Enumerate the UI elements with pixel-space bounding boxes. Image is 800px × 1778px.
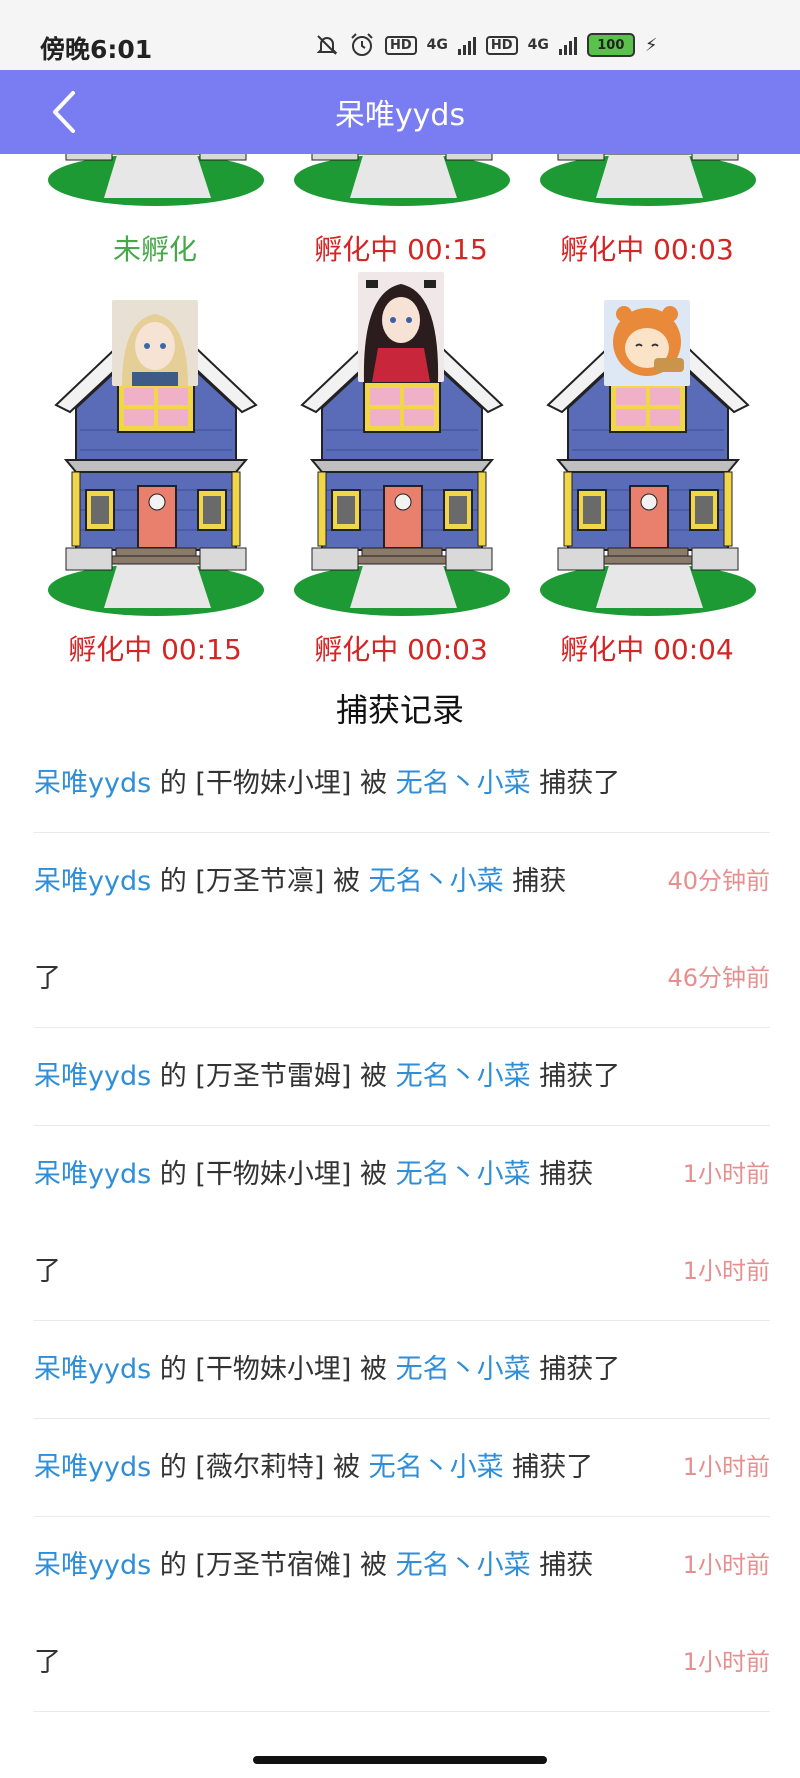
record-row: 呆唯yyds 的 [万圣节凛] 被 无名丶小菜 捕获 40分钟前 了 46分钟前 bbox=[34, 833, 770, 1028]
house-4-status: 孵化中 00:15 bbox=[68, 633, 242, 666]
record-user-link[interactable]: 呆唯yyds bbox=[34, 768, 151, 799]
record-row: 呆唯yyds 的 [干物妹小埋] 被 无名丶小菜 捕获了 bbox=[34, 1321, 770, 1419]
mute-bell-icon bbox=[316, 35, 338, 55]
charging-icon: ⚡ bbox=[644, 34, 658, 56]
capture-records-title: 捕获记录 bbox=[335, 691, 464, 729]
character-avatar-violet bbox=[112, 300, 198, 386]
record-row: 呆唯yyds 的 [万圣节雷姆] 被 无名丶小菜 捕获了 bbox=[34, 1028, 770, 1126]
record-time: 1小时前 bbox=[682, 1160, 770, 1188]
status-icons-front: HD 4G HD 4G 100 ⚡ bbox=[315, 32, 657, 58]
record-row: 呆唯yyds 的 [薇尔莉特] 被 无名丶小菜 捕获了 1小时前 bbox=[34, 1419, 770, 1517]
back-button[interactable] bbox=[44, 88, 84, 136]
record-catcher-link[interactable]: 无名丶小菜 bbox=[369, 866, 504, 897]
status-time-front: 傍晚6:01 bbox=[40, 35, 153, 64]
hd-icon: HD bbox=[385, 35, 417, 55]
page-title-front: 呆唯yyds bbox=[334, 98, 466, 133]
signal-icon-2 bbox=[558, 35, 577, 55]
record-user-link[interactable]: 呆唯yyds bbox=[34, 1452, 151, 1483]
record-row: 呆唯yyds 的 [干物妹小埋] 被 无名丶小菜 捕获 1小时前 了 1小时前 bbox=[34, 1126, 770, 1321]
record-time: 1小时前 bbox=[682, 1453, 770, 1481]
house-2-status: 孵化中 00:15 bbox=[314, 233, 488, 266]
app-header-front: 呆唯yyds bbox=[0, 70, 800, 154]
record-time: 1小时前 bbox=[682, 1551, 770, 1579]
home-indicator[interactable] bbox=[253, 1756, 547, 1764]
record-row: 呆唯yyds 的 [万圣节宿傩] 被 无名丶小菜 捕获 1小时前 了 1小时前 bbox=[34, 1517, 770, 1712]
record-user-link[interactable]: 呆唯yyds bbox=[34, 1550, 151, 1581]
house-1-status: 未孵化 bbox=[112, 233, 197, 266]
record-time: 1小时前 bbox=[682, 1257, 770, 1285]
network-type-icon-2: 4G bbox=[527, 37, 549, 53]
record-user-link[interactable]: 呆唯yyds bbox=[34, 1159, 151, 1190]
record-catcher-link[interactable]: 无名丶小菜 bbox=[396, 1061, 531, 1092]
house-5-status: 孵化中 00:03 bbox=[314, 633, 488, 666]
record-row: 呆唯yyds 的 [干物妹小埋] 被 无名丶小菜 捕获了 bbox=[34, 735, 770, 833]
record-catcher-link[interactable]: 无名丶小菜 bbox=[396, 1550, 531, 1581]
character-avatar-umaru bbox=[604, 300, 690, 386]
chevron-left-icon bbox=[53, 91, 75, 133]
network-type-icon: 4G bbox=[426, 37, 448, 53]
record-catcher-link[interactable]: 无名丶小菜 bbox=[396, 1159, 531, 1190]
record-user-link[interactable]: 呆唯yyds bbox=[34, 1354, 151, 1385]
record-time: 1小时前 bbox=[682, 1648, 770, 1676]
character-avatar-rin bbox=[358, 272, 444, 382]
record-user-link[interactable]: 呆唯yyds bbox=[34, 1061, 151, 1092]
status-bar-front: 傍晚6:01 HD 4G HD 4G 100 ⚡ bbox=[0, 0, 800, 70]
record-catcher-link[interactable]: 无名丶小菜 bbox=[396, 768, 531, 799]
hd-icon-2: HD bbox=[485, 35, 518, 55]
house-3-status: 孵化中 00:03 bbox=[560, 233, 734, 266]
record-time: 40分钟前 bbox=[667, 867, 770, 895]
capture-records-list: 呆唯yyds 的 [干物妹小埋] 被 无名丶小菜 捕获了 呆唯yyds 的 [万… bbox=[34, 735, 770, 1712]
record-catcher-link[interactable]: 无名丶小菜 bbox=[396, 1354, 531, 1385]
signal-icon bbox=[457, 35, 476, 55]
record-time: 46分钟前 bbox=[667, 964, 770, 992]
record-catcher-link[interactable]: 无名丶小菜 bbox=[369, 1452, 504, 1483]
record-user-link[interactable]: 呆唯yyds bbox=[34, 866, 151, 897]
alarm-icon bbox=[351, 33, 373, 56]
house-6-status: 孵化中 00:04 bbox=[560, 633, 734, 666]
battery-icon: 100 bbox=[586, 33, 635, 57]
